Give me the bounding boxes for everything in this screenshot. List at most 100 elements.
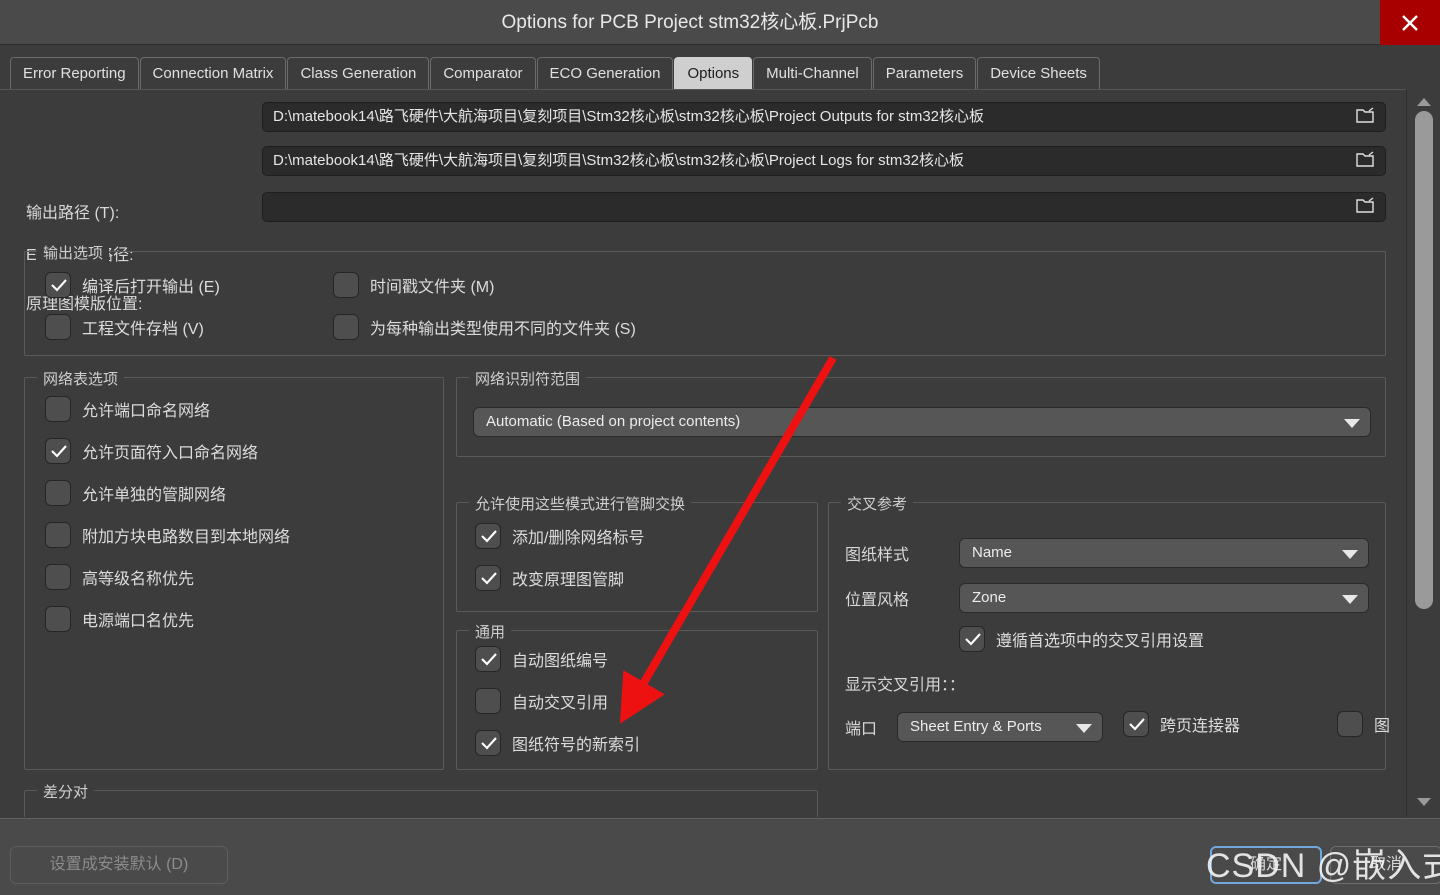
- port-dropdown[interactable]: Sheet Entry & Ports: [897, 712, 1103, 742]
- chevron-down-icon: [1342, 595, 1358, 604]
- tab-options[interactable]: Options: [674, 57, 753, 89]
- checkbox-label: 附加方块电路数目到本地网络: [82, 529, 291, 546]
- eco-log-path-input[interactable]: D:\matebook14\路飞硬件\大航海项目\复刻项目\Stm32核心板\s…: [262, 146, 1386, 176]
- checkbox-power-port-names-take-priority[interactable]: 电源端口名优先: [45, 606, 194, 632]
- netlist-options-group: 网络表选项 允许端口命名网络 允许页面符入口命名网络 允许单独的管脚网络 附加方…: [24, 368, 444, 770]
- sheet-style-dropdown[interactable]: Name: [959, 538, 1369, 568]
- output-path-browse-icon[interactable]: [1356, 107, 1376, 125]
- checkbox-allow-port-names[interactable]: 允许端口命名网络: [45, 396, 210, 422]
- output-path-label: 输出路径 (T):: [26, 205, 120, 222]
- chevron-down-icon: [1076, 724, 1092, 733]
- output-path-input[interactable]: D:\matebook14\路飞硬件\大航海项目\复刻项目\Stm32核心板\s…: [262, 102, 1386, 132]
- net-identifier-scope-dropdown[interactable]: Automatic (Based on project contents): [473, 407, 1371, 437]
- dialog-footer: 设置成安装默认 (D) 确定 取消: [0, 818, 1440, 895]
- scrollbar-thumb[interactable]: [1415, 111, 1433, 609]
- schematic-template-browse-icon[interactable]: [1356, 197, 1376, 215]
- checkbox-offsheet-connector[interactable]: 跨页连接器: [1123, 711, 1240, 737]
- location-style-dropdown[interactable]: Zone: [959, 583, 1369, 613]
- close-icon: [1402, 14, 1418, 31]
- checkbox-label: 为每种输出类型使用不同的文件夹 (S): [370, 321, 636, 338]
- checkbox-box: [45, 606, 71, 632]
- general-group: 通用 自动图纸编号 自动交叉引用 图纸符号的新索引: [456, 621, 818, 770]
- output-options-group: 输出选项 编译后打开输出 (E) 时间戳文件夹 (M) 工程文件存档 (V) 为…: [24, 242, 1386, 356]
- checkbox-box: [45, 438, 71, 464]
- title-bar: Options for PCB Project stm32核心板.PrjPcb: [0, 0, 1440, 45]
- checkbox-change-schematic-pins[interactable]: 改变原理图管脚: [475, 565, 624, 591]
- checkbox-box: [475, 730, 501, 756]
- options-dialog: Options for PCB Project stm32核心板.PrjPcb …: [0, 0, 1440, 895]
- checkbox-archive-project-documents[interactable]: 工程文件存档 (V): [45, 314, 204, 340]
- checkbox-box: [45, 480, 71, 506]
- checkbox-open-outputs-after-compile[interactable]: 编译后打开输出 (E): [45, 272, 220, 298]
- scroll-up-icon[interactable]: [1413, 93, 1435, 111]
- sheet-style-label: 图纸样式: [845, 547, 910, 564]
- checkbox-box: [333, 272, 359, 298]
- tab-comparator[interactable]: Comparator: [430, 57, 536, 89]
- ok-button[interactable]: 确定: [1210, 846, 1322, 884]
- window-title: Options for PCB Project stm32核心板.PrjPcb: [501, 12, 879, 33]
- eco-log-path-browse-icon[interactable]: [1356, 151, 1376, 169]
- chevron-down-icon: [1342, 550, 1358, 559]
- checkbox-allow-single-pin-nets[interactable]: 允许单独的管脚网络: [45, 480, 226, 506]
- net-identifier-scope-group: 网络识别符范围 Automatic (Based on project cont…: [456, 368, 1386, 457]
- checkbox-append-sheet-numbers[interactable]: 附加方块电路数目到本地网络: [45, 522, 290, 548]
- tab-multi-channel[interactable]: Multi-Channel: [753, 57, 872, 89]
- checkbox-follow-preferences-cross-reference[interactable]: 遵循首选项中的交叉引用设置: [959, 626, 1204, 652]
- display-cross-reference-label: 显示交叉引用：：: [845, 677, 966, 694]
- checkbox-auto-sheet-numbering[interactable]: 自动图纸编号: [475, 646, 608, 672]
- tab-parameters[interactable]: Parameters: [872, 57, 977, 89]
- checkbox-separate-folder-per-output-type[interactable]: 为每种输出类型使用不同的文件夹 (S): [333, 314, 636, 340]
- checkbox-label: 自动图纸编号: [512, 653, 609, 670]
- check-icon: [481, 572, 497, 585]
- scroll-down-icon[interactable]: [1413, 793, 1435, 811]
- checkbox-box: [475, 565, 501, 591]
- tab-connection-matrix[interactable]: Connection Matrix: [139, 57, 287, 89]
- checkbox-box: [45, 522, 71, 548]
- cross-reference-title: 交叉参考: [841, 493, 914, 514]
- checkbox-add-remove-net-labels[interactable]: 添加/删除网络标号: [475, 523, 644, 549]
- checkbox-label: 遵循首选项中的交叉引用设置: [996, 633, 1205, 650]
- schematic-template-input[interactable]: [262, 192, 1386, 222]
- checkbox-label: 允许单独的管脚网络: [82, 487, 227, 504]
- checkbox-allow-sheet-entry-names[interactable]: 允许页面符入口命名网络: [45, 438, 258, 464]
- cross-reference-group: 交叉参考 图纸样式 Name 位置风格 Zone 遵循首选项中的交叉引用设置 显…: [828, 493, 1390, 770]
- checkbox-label: 编译后打开输出 (E): [82, 279, 220, 296]
- check-icon: [481, 530, 497, 543]
- checkbox-auto-cross-references[interactable]: 自动交叉引用: [475, 688, 608, 714]
- check-icon: [51, 279, 67, 292]
- checkbox-label: 时间戳文件夹 (M): [370, 279, 495, 296]
- pin-swap-title: 允许使用这些模式进行管脚交换: [469, 493, 692, 514]
- checkbox-clipped-option[interactable]: 图: [1337, 711, 1390, 737]
- checkbox-box: [333, 314, 359, 340]
- checkbox-label: 自动交叉引用: [512, 695, 609, 712]
- sheet-style-value: Name: [972, 544, 1013, 561]
- tab-eco-generation[interactable]: ECO Generation: [536, 57, 674, 89]
- checkbox-label: 电源端口名优先: [82, 613, 195, 630]
- net-identifier-scope-title: 网络识别符范围: [469, 368, 587, 389]
- location-style-value: Zone: [972, 589, 1007, 606]
- options-panel: 输出路径 (T): D:\matebook14\路飞硬件\大航海项目\复刻项目\…: [0, 89, 1406, 817]
- tab-class-generation[interactable]: Class Generation: [287, 57, 430, 89]
- checkbox-box: [1337, 711, 1363, 737]
- cancel-button[interactable]: 取消: [1330, 846, 1440, 884]
- checkbox-timestamp-folder[interactable]: 时间戳文件夹 (M): [333, 272, 494, 298]
- check-icon: [481, 737, 497, 750]
- check-icon: [1129, 718, 1145, 731]
- checkbox-new-index-for-sheet-symbols[interactable]: 图纸符号的新索引: [475, 730, 640, 756]
- checkbox-box: [475, 646, 501, 672]
- pin-swap-group: 允许使用这些模式进行管脚交换 添加/删除网络标号 改变原理图管脚: [456, 493, 818, 612]
- checkbox-label: 图: [1374, 718, 1391, 735]
- checkbox-box: [45, 564, 71, 590]
- tab-strip: Error Reporting Connection Matrix Class …: [0, 45, 1440, 89]
- net-identifier-scope-value: Automatic (Based on project contents): [486, 413, 741, 430]
- set-as-install-defaults-button[interactable]: 设置成安装默认 (D): [10, 846, 228, 884]
- port-label: 端口: [845, 721, 878, 738]
- tab-error-reporting[interactable]: Error Reporting: [10, 57, 139, 89]
- checkbox-higher-level-names-take-priority[interactable]: 高等级名称优先: [45, 564, 194, 590]
- general-title: 通用: [469, 621, 512, 642]
- tab-device-sheets[interactable]: Device Sheets: [977, 57, 1100, 89]
- checkbox-label: 允许页面符入口命名网络: [82, 445, 259, 462]
- close-button[interactable]: [1380, 0, 1440, 45]
- vertical-scrollbar[interactable]: [1406, 89, 1440, 817]
- check-icon: [481, 653, 497, 666]
